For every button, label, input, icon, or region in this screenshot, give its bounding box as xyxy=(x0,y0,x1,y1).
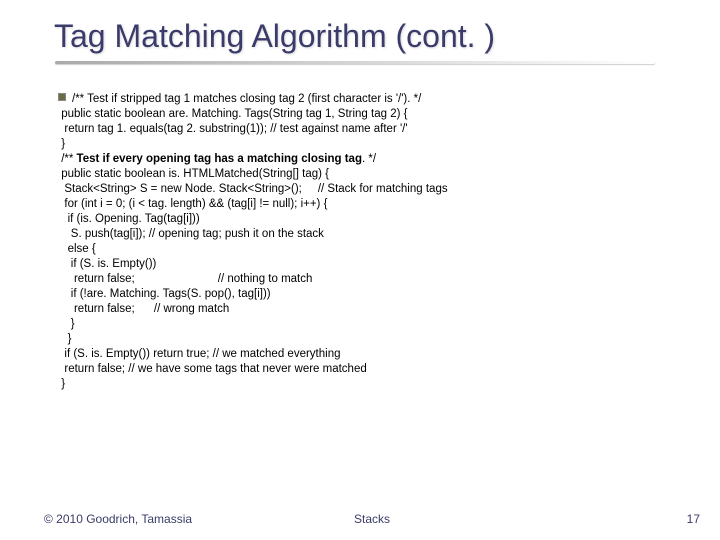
footer: © 2010 Goodrich, Tamassia Stacks 17 xyxy=(44,512,700,526)
code-line: . */ xyxy=(362,153,376,165)
code-line: Stack<String> S = new Node. Stack<String… xyxy=(58,183,448,195)
code-line: public static boolean is. HTMLMatched(St… xyxy=(58,168,329,180)
code-line: else { xyxy=(58,243,96,255)
code-line: if (S. is. Empty()) xyxy=(58,258,156,270)
footer-left: © 2010 Goodrich, Tamassia xyxy=(44,512,192,526)
code-line: S. push(tag[i]); // opening tag; push it… xyxy=(58,228,324,240)
code-line: if (!are. Matching. Tags(S. pop(), tag[i… xyxy=(58,288,271,300)
slide-title: Tag Matching Algorithm (cont. ) xyxy=(0,0,720,55)
code-line: public static boolean are. Matching. Tag… xyxy=(58,108,407,120)
code-block: /** Test if stripped tag 1 matches closi… xyxy=(58,92,720,392)
code-line: return false; // wrong match xyxy=(58,303,229,315)
code-line: return false; // we have some tags that … xyxy=(58,363,367,375)
code-line: } xyxy=(58,318,75,330)
code-line: /** Test if stripped tag 1 matches closi… xyxy=(72,93,421,105)
code-line: } xyxy=(58,378,65,390)
code-line: } xyxy=(58,333,71,345)
footer-center: Stacks xyxy=(354,512,390,526)
title-underline xyxy=(55,61,655,64)
code-line: /** xyxy=(58,153,77,165)
code-line: if (is. Opening. Tag(tag[i])) xyxy=(58,213,200,225)
code-line: } xyxy=(58,138,65,150)
code-line: if (S. is. Empty()) return true; // we m… xyxy=(58,348,340,360)
code-line: for (int i = 0; (i < tag. length) && (ta… xyxy=(58,198,327,210)
code-line: return false; // nothing to match xyxy=(58,273,312,285)
code-bold: Test if every opening tag has a matching… xyxy=(77,153,362,165)
bullet-icon xyxy=(58,93,66,101)
code-line: return tag 1. equals(tag 2. substring(1)… xyxy=(58,123,408,135)
footer-right: 17 xyxy=(687,512,700,526)
